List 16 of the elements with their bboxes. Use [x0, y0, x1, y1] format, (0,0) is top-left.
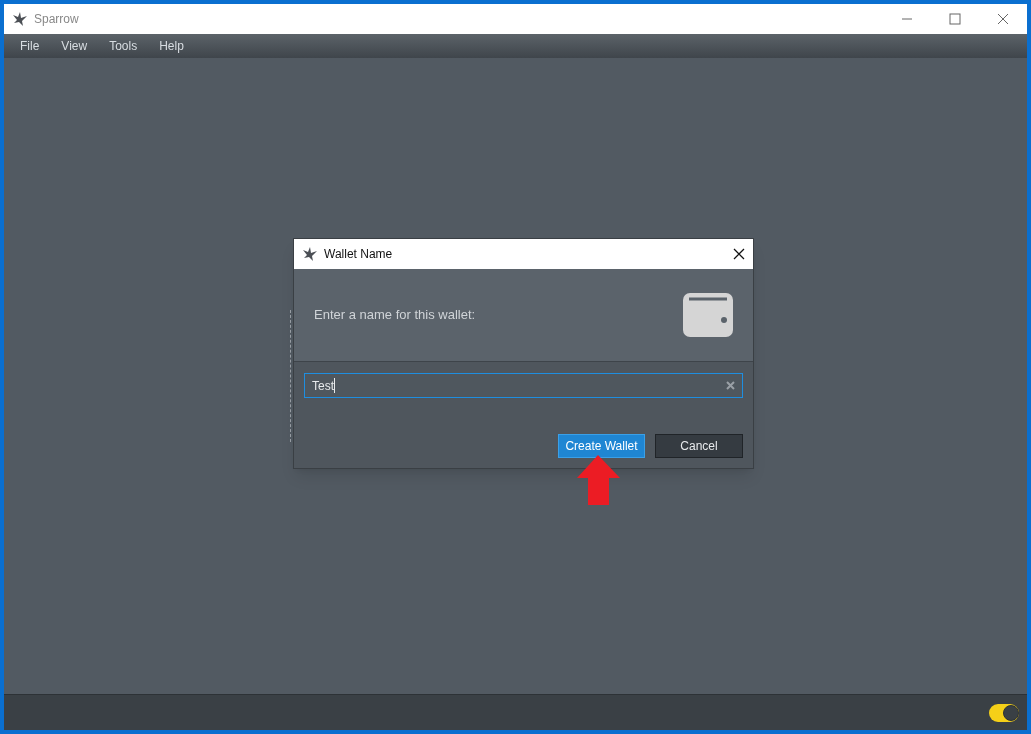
wallet-name-field[interactable]: Test	[304, 373, 743, 398]
clear-icon[interactable]	[726, 381, 735, 390]
cancel-button[interactable]: Cancel	[655, 434, 743, 458]
menu-item[interactable]: File	[12, 37, 48, 55]
menu-item[interactable]: Tools	[101, 37, 146, 55]
window-title: Sparrow	[34, 11, 79, 28]
prompt-text: Enter a name for this wallet:	[314, 306, 476, 325]
theme-toggle[interactable]	[989, 703, 1019, 722]
menu-item[interactable]: Help	[151, 37, 192, 55]
create-wallet-button[interactable]: Create Wallet	[558, 434, 645, 458]
maximize-icon[interactable]	[949, 13, 961, 25]
wallet-icon	[683, 293, 733, 337]
menu-item[interactable]: View	[53, 37, 96, 55]
pointer-arrow	[577, 455, 620, 505]
close-icon[interactable]	[733, 248, 745, 260]
dialog-title: Wallet Name	[324, 246, 393, 263]
